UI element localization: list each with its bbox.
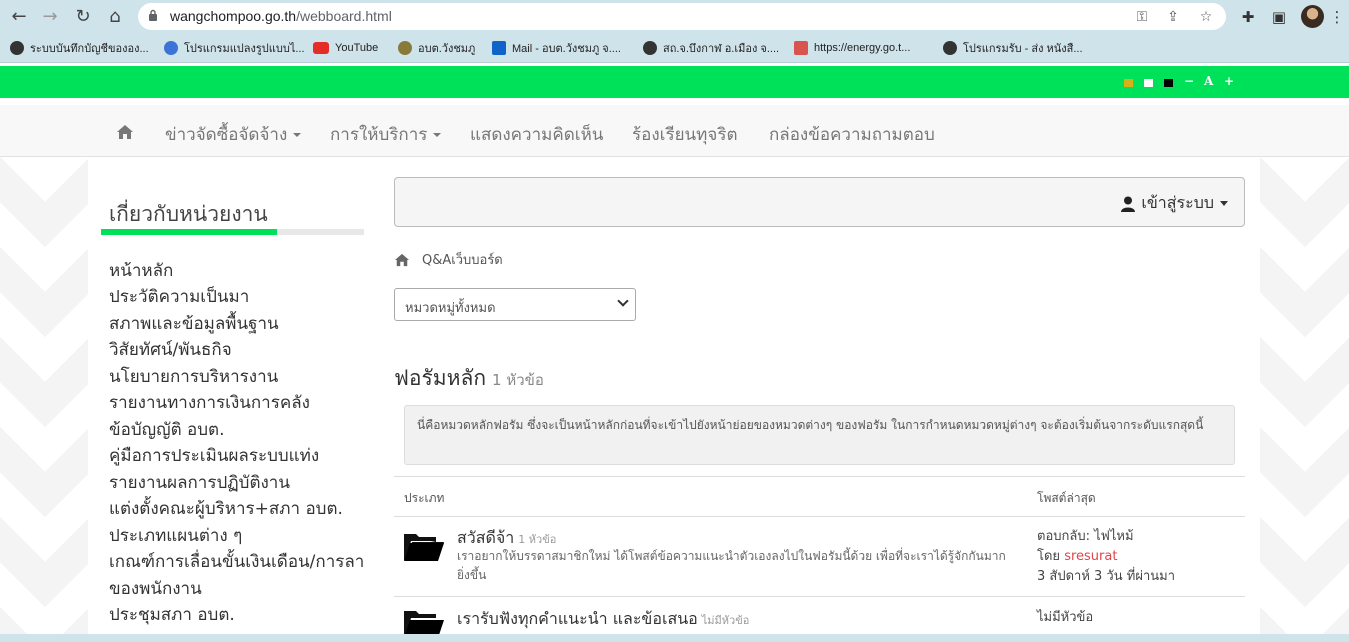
col-type: ประเภท [404, 491, 445, 505]
sidebar-item[interactable]: วิสัยทัศน์/พันธกิจ [109, 336, 232, 363]
chevron-down-icon [617, 295, 629, 307]
sidebar-item[interactable]: รายงานทางการเงินการคลัง [109, 389, 310, 416]
extensions-icon[interactable]: ✚ [1237, 6, 1259, 28]
browser-bottom-edge [0, 634, 1349, 642]
sidebar-item[interactable]: ข้อบัญญัติ อบต. [109, 416, 224, 443]
reload-icon[interactable]: ↻ [72, 6, 94, 28]
url-text: wangchompoo.go.th/webboard.html [170, 8, 392, 24]
topic-count: ไม่มีหัวข้อ [701, 614, 750, 627]
star-icon[interactable]: ☆ [1196, 7, 1216, 27]
user-icon [1121, 196, 1136, 212]
font-decrease-button[interactable]: − [1184, 74, 1194, 88]
address-bar[interactable]: wangchompoo.go.th/webboard.html ⚿ ⇪ ☆ [138, 3, 1226, 30]
forum-count: 1 หัวข้อ [492, 371, 544, 389]
theme-color-yellow[interactable] [1124, 79, 1133, 87]
theme-color-white[interactable] [1144, 79, 1153, 87]
sidebar-item[interactable]: รายงานผลการปฏิบัติงาน [109, 469, 290, 496]
login-label: เข้าสู่ระบบ [1141, 193, 1214, 212]
sidebar-item[interactable]: ประวัติความเป็นมา [109, 283, 249, 310]
table-header: ประเภท โพสต์ล่าสุด [394, 476, 1245, 517]
sidebar-item[interactable]: เกณฑ์การเลื่อนขั้นเงินเดือน/การลา [109, 548, 364, 575]
back-arrow-icon[interactable]: ← [8, 6, 30, 28]
topic-count: 1 หัวข้อ [518, 533, 557, 546]
home-nav-icon[interactable]: ⌂ [104, 6, 126, 28]
latest-post-time: 3 สัปดาห์ 3 วัน ที่ผ่านมา [1037, 569, 1175, 584]
sidebar-accent [101, 229, 277, 235]
bookmark-item[interactable]: โปรแกรมรับ - ส่ง หนังสื... [943, 40, 1083, 56]
menu-qa-box[interactable]: กล่องข้อความถามตอบ [769, 121, 935, 148]
lock-icon [149, 9, 157, 21]
menu-services[interactable]: การให้บริการ [330, 121, 442, 148]
breadcrumb: Q&Aเว็บบอร์ด [394, 249, 503, 270]
home-icon[interactable] [116, 124, 134, 140]
sidebar-item[interactable]: หน้าหลัก [109, 257, 173, 284]
chevron-down-icon [1220, 201, 1228, 206]
login-panel: เข้าสู่ระบบ [394, 177, 1245, 227]
bookmark-item[interactable]: https://energy.go.t... [794, 40, 910, 56]
forum-title: ฟอรัมหลัก 1 หัวข้อ [394, 366, 544, 390]
topic-description: เราอยากให้บรรดาสมาชิกใหม่ ได้โพสต์ข้อควา… [457, 549, 1006, 582]
more-menu-icon[interactable]: ⋮ [1326, 6, 1348, 28]
profile-avatar[interactable] [1301, 5, 1324, 28]
forum-description: นี่คือหมวดหลักฟอรัม ซึ่งจะเป็นหน้าหลักก่… [404, 405, 1235, 465]
latest-post-by: โดย [1037, 549, 1061, 564]
sidebar-item[interactable]: สภาพและข้อมูลพื้นฐาน [109, 310, 279, 337]
chevron-down-icon [433, 133, 442, 137]
latest-post-title: ไม่มีหัวข้อ [1037, 610, 1094, 625]
sidebar-item[interactable]: นโยบายการบริหารงาน [109, 363, 278, 390]
bookmark-item[interactable]: Mail - อบต.วังชมภู จ.... [492, 40, 621, 56]
table-row: เรารับฟังทุกคำแนะนำ และข้อเสนอ ไม่มีหัวข้… [394, 597, 1245, 638]
login-button[interactable]: เข้าสู่ระบบ [1121, 191, 1228, 216]
forward-arrow-icon[interactable]: → [39, 6, 61, 28]
theme-color-black[interactable] [1164, 79, 1173, 87]
sidebar-item[interactable]: คู่มือการประเมินผลระบบแท่ง [109, 442, 319, 469]
latest-post-title[interactable]: ตอบกลับ: ไฟไหม้ [1037, 527, 1175, 547]
share-icon[interactable]: ⇪ [1163, 7, 1183, 27]
sidebar-title: เกี่ยวกับหน่วยงาน [109, 202, 268, 226]
breadcrumb-current[interactable]: Q&Aเว็บบอร์ด [422, 249, 503, 270]
bookmark-item[interactable]: โปรแกรมแปลงรูปแบบไ... [164, 40, 305, 56]
sidebar-item[interactable]: ประเภทแผนต่าง ๆ [109, 522, 242, 549]
latest-post-author[interactable]: sresurat [1064, 549, 1117, 564]
folder-icon [404, 534, 444, 561]
font-reset-button[interactable]: A [1204, 74, 1213, 88]
sidebar-item[interactable]: ประชุมสภา อบต. [109, 601, 235, 628]
bookmark-item[interactable]: อบต.วังชมภู [398, 40, 475, 56]
bookmarks-bar: ระบบบันทึกบัญชีขององ... โปรแกรมแปลงรูปแบ… [0, 33, 1349, 63]
category-select-value: หมวดหมู่ทั้งหมด [405, 301, 496, 316]
bookmark-item[interactable]: สถ.จ.บึงกาฬ อ.เมือง จ.... [643, 40, 779, 56]
topic-title[interactable]: เรารับฟังทุกคำแนะนำ และข้อเสนอ ไม่มีหัวข้… [457, 607, 749, 632]
table-row: สวัสดีจ้า 1 หัวข้อ เราอยากให้บรรดาสมาชิกใ… [394, 517, 1245, 597]
menu-complaints[interactable]: ร้องเรียนทุจริต [632, 121, 738, 148]
menu-procurement[interactable]: ข่าวจัดซื้อจัดจ้าง [165, 121, 302, 148]
latest-post: ตอบกลับ: ไฟไหม้ โดย sresurat 3 สัปดาห์ 3… [1037, 527, 1175, 587]
menu-comments[interactable]: แสดงความคิดเห็น [470, 121, 603, 148]
bookmark-item[interactable]: YouTube [313, 40, 378, 56]
key-icon[interactable]: ⚿ [1132, 7, 1152, 27]
sidebar-item[interactable]: ของพนักงาน [109, 575, 202, 602]
home-icon[interactable] [394, 253, 410, 267]
font-increase-button[interactable]: + [1224, 74, 1234, 88]
sidepanel-icon[interactable]: ▣ [1268, 6, 1290, 28]
chevron-down-icon [293, 133, 302, 137]
col-latest: โพสต์ล่าสุด [1037, 491, 1096, 505]
bookmark-item[interactable]: ระบบบันทึกบัญชีขององ... [10, 40, 149, 56]
browser-toolbar: ← → ↻ ⌂ wangchompoo.go.th/webboard.html … [0, 0, 1349, 33]
category-select[interactable]: หมวดหมู่ทั้งหมด [394, 288, 636, 321]
sidebar-item[interactable]: แต่งตั้งคณะผู้บริหาร+สภา อบต. [109, 495, 343, 522]
latest-post: ไม่มีหัวข้อ [1037, 608, 1093, 628]
